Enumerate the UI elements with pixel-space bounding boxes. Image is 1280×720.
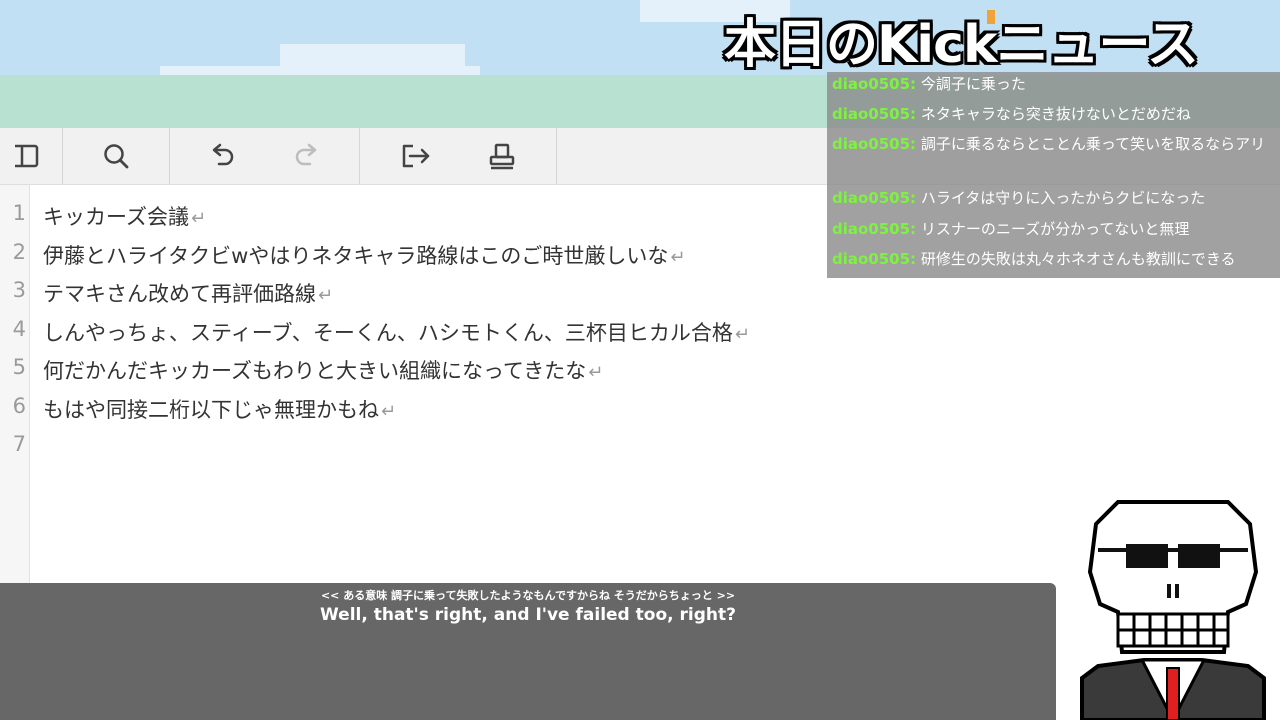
- sidebar-toggle-button[interactable]: [0, 128, 60, 184]
- editor-line[interactable]: キッカーズ会議 ↵: [43, 201, 206, 231]
- chat-username: diao0505:: [832, 189, 917, 207]
- cloud: [160, 66, 480, 75]
- return-mark-icon: ↵: [190, 208, 207, 229]
- redo-button[interactable]: [277, 128, 337, 184]
- line-number: 7: [12, 432, 26, 456]
- search-icon: [104, 144, 129, 169]
- toolbar-divider: [62, 128, 63, 184]
- print-button[interactable]: [472, 128, 532, 184]
- chat-message: diao0505: 研修生の失敗は丸々ホネオさんも教訓にできる: [832, 247, 1277, 272]
- return-mark-icon: ↵: [588, 362, 604, 383]
- toolbar-divider: [556, 128, 557, 184]
- avatar-skull-icon: [1080, 500, 1266, 720]
- line-number: 6: [12, 394, 26, 418]
- subtitle-translation: Well, that's right, and I've failed too,…: [320, 605, 736, 625]
- chat-username: diao0505:: [832, 135, 917, 153]
- line-number: 1: [12, 201, 26, 225]
- undo-button[interactable]: [192, 128, 252, 184]
- export-icon: [402, 144, 430, 168]
- line-number: 5: [12, 355, 26, 379]
- chat-message-text: リスナーのニーズが分かってないと無理: [920, 220, 1190, 238]
- return-mark-icon: ↵: [734, 324, 750, 345]
- toolbar-divider: [169, 128, 170, 184]
- return-mark-icon: ↵: [318, 285, 334, 306]
- editor-line-text: しんやっちょ、スティーブ、そーくん、ハシモトくん、三杯目ヒカル合格: [43, 321, 733, 345]
- chat-message: diao0505: リスナーのニーズが分かってないと無理: [832, 217, 1277, 242]
- chat-username: diao0505:: [832, 75, 917, 93]
- editor-line-text: 伊藤とハライタクビwやはりネタキャラ路線はこのご時世厳しいな: [43, 244, 669, 268]
- line-number: 2: [12, 240, 26, 264]
- editor-line-text: 何だかんだキッカーズもわりと大きい組織になってきたな: [43, 359, 587, 383]
- export-button[interactable]: [386, 128, 446, 184]
- chat-message-text: ネタキャラなら突き抜けないとだめだね: [920, 105, 1191, 123]
- editor-line[interactable]: テマキさん改めて再評価路線 ↵: [43, 278, 333, 308]
- chat-message: diao0505: 調子に乗るならとことん乗って笑いを取るならアリ: [832, 132, 1277, 157]
- editor-line[interactable]: もはや同接二桁以下じゃ無理かもね ↵: [43, 394, 396, 424]
- search-button[interactable]: [86, 128, 146, 184]
- line-number: 4: [12, 317, 26, 341]
- chat-message-text: 調子に乗るならとことん乗って笑いを取るならアリ: [920, 135, 1266, 153]
- sidebar-icon: [15, 144, 39, 168]
- editor-line-text: キッカーズ会議: [43, 205, 189, 229]
- redo-icon: [295, 143, 317, 166]
- chat-message-text: ハライタは守りに入ったからクビになった: [920, 189, 1206, 207]
- chat-message-text: 研修生の失敗は丸々ホネオさんも教訓にできる: [920, 250, 1236, 268]
- chat-username: diao0505:: [832, 105, 917, 123]
- editor-line[interactable]: 伊藤とハライタクビwやはりネタキャラ路線はこのご時世厳しいな ↵: [43, 240, 685, 270]
- toolbar-divider: [359, 128, 360, 184]
- line-number: 3: [12, 278, 26, 302]
- return-mark-icon: ↵: [381, 401, 397, 422]
- editor-line[interactable]: しんやっちょ、スティーブ、そーくん、ハシモトくん、三杯目ヒカル合格 ↵: [43, 317, 750, 347]
- chat-username: diao0505:: [832, 220, 917, 238]
- chat-username: diao0505:: [832, 250, 917, 268]
- undo-icon: [212, 143, 234, 166]
- subtitle-box: << ある意味 調子に乗って失敗したようなもんですからね そうだからちょっと >…: [0, 583, 1056, 720]
- editor-line[interactable]: 何だかんだキッカーズもわりと大きい組織になってきたな ↵: [43, 355, 603, 385]
- stream-title: 本日のKickニュース: [724, 15, 1199, 75]
- chat-message-text: 今調子に乗った: [920, 75, 1026, 93]
- editor-line-text: テマキさん改めて再評価路線: [43, 282, 316, 306]
- chat-message: diao0505: ネタキャラなら突き抜けないとだめだね: [832, 102, 1277, 127]
- chat-message: diao0505: ハライタは守りに入ったからクビになった: [832, 186, 1277, 211]
- print-icon: [489, 143, 515, 170]
- chat-overlay: diao0505: 今調子に乗った diao0505: ネタキャラなら突き抜けな…: [827, 72, 1280, 278]
- return-mark-icon: ↵: [670, 247, 686, 268]
- subtitle-original: << ある意味 調子に乗って失敗したようなもんですからね そうだからちょっと >…: [320, 589, 736, 602]
- editor-line-text: もはや同接二桁以下じゃ無理かもね: [43, 398, 379, 422]
